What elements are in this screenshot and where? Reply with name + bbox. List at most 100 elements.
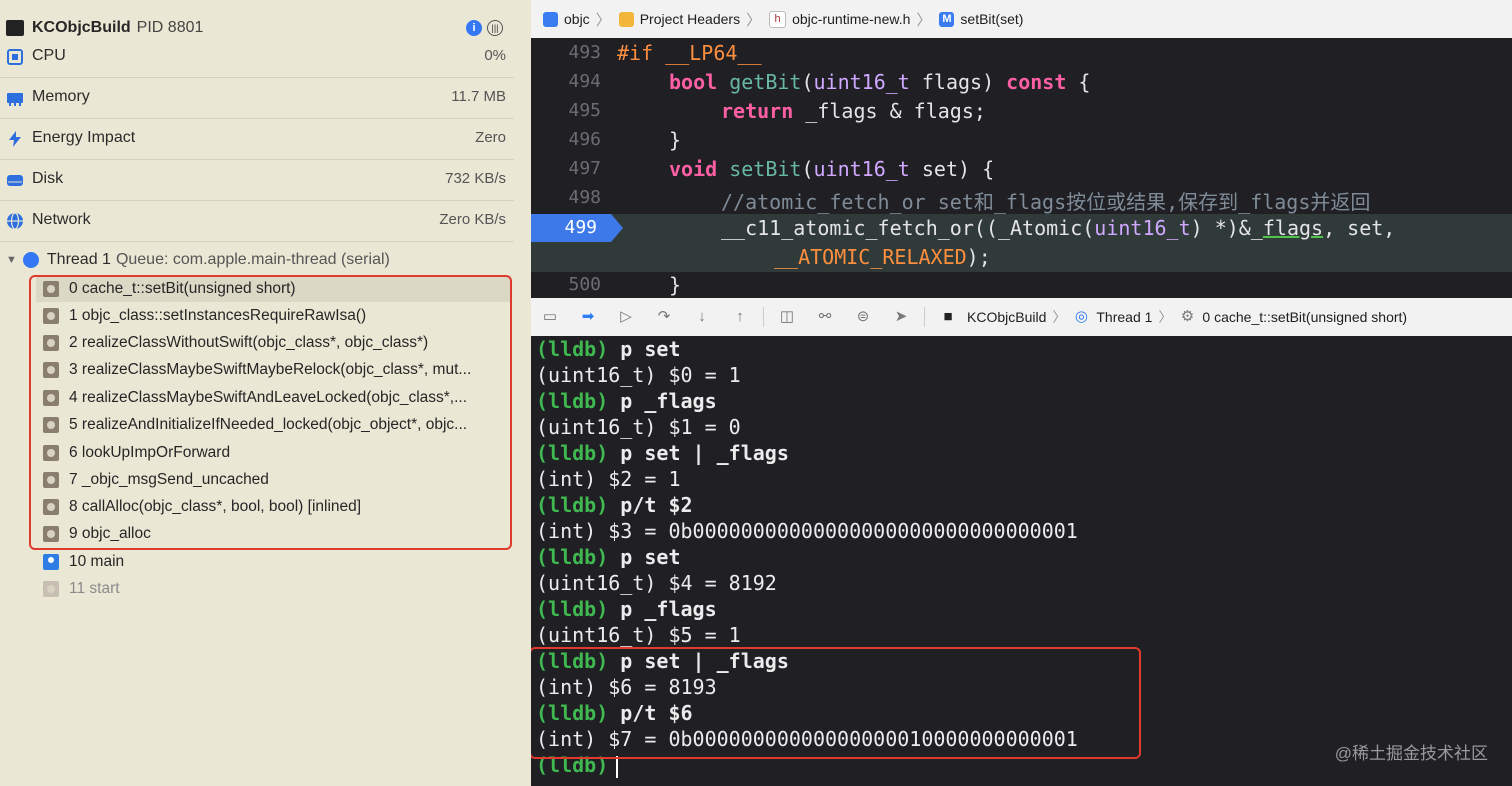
process-pid: PID 8801 [136, 19, 204, 36]
toolbar-divider [763, 307, 764, 327]
console-line: (lldb) p set [536, 545, 681, 569]
console-line: (uint16_t) $1 = 0 [536, 415, 741, 439]
thread-row[interactable]: ▼ Thread 1 Queue: com.apple.main-thread … [6, 249, 390, 271]
gauge-network[interactable]: Network Zero KB/s [0, 201, 514, 242]
gauge-value: 0% [484, 47, 506, 64]
environment-overrides-icon[interactable]: ⊜ [854, 309, 872, 325]
code-comment: //atomic_fetch_or set和_flags按位或结果,保存到_fl… [721, 190, 1371, 214]
view-hierarchy-icon[interactable]: ◫ [778, 309, 796, 325]
gauge-energy[interactable]: Energy Impact Zero [0, 119, 514, 160]
code-line: void setBit(uint16_t set) { [669, 157, 995, 181]
breakpoints-toggle-icon[interactable]: ➡ [579, 309, 597, 325]
toolbar-divider [924, 307, 925, 327]
console-line: (lldb) p set | _flags [536, 441, 789, 465]
gauge-value: 732 KB/s [445, 170, 506, 187]
frame-gear-icon: ⚙ [1180, 308, 1195, 325]
code-line: bool getBit(uint16_t flags) const { [669, 70, 1091, 94]
frame-label: 7 _objc_msgSend_uncached [69, 470, 269, 488]
thread-name: Thread 1 [46, 251, 111, 268]
watermark: @稀土掘金技术社区 [1334, 744, 1488, 763]
breakpoint-marker[interactable]: 499 [531, 214, 623, 242]
console-line: (int) $2 = 1 [536, 467, 681, 491]
gauge-label: CPU [32, 47, 66, 64]
step-over-icon[interactable]: ↷ [655, 309, 673, 325]
debug-thread[interactable]: Thread 1 [1096, 309, 1152, 325]
text-cursor [616, 755, 619, 778]
step-out-icon[interactable]: ↑ [731, 309, 749, 325]
code-line: return _flags & flags; [721, 99, 986, 123]
frame-label: 8 callAlloc(objc_class*, bool, bool) [in… [69, 497, 362, 515]
stack-frame[interactable]: 4 realizeClassMaybeSwiftAndLeaveLocked(o… [36, 384, 511, 411]
info-icon[interactable]: i [466, 20, 482, 36]
breadcrumb-item[interactable]: objc-runtime-new.h [792, 11, 910, 27]
console-line: (lldb) p _flags [536, 597, 717, 621]
thread-queue: Queue: com.apple.main-thread (serial) [115, 251, 390, 268]
stack-frame[interactable]: 11 start [36, 575, 511, 602]
frame-label: 0 cache_t::setBit(unsigned short) [69, 279, 296, 297]
chevron-down-icon[interactable]: ▼ [6, 254, 17, 266]
thread-options-icon[interactable]: ||| [487, 20, 503, 36]
hide-console-icon[interactable]: ▭ [541, 309, 559, 325]
folder-icon [618, 11, 634, 27]
frame-gear-icon [43, 471, 59, 488]
stack-frame[interactable]: 5 realizeAndInitializeIfNeeded_locked(ob… [36, 411, 511, 438]
stack-frame[interactable]: 0 cache_t::setBit(unsigned short) [36, 275, 511, 302]
console-prompt-line[interactable]: (lldb) [536, 752, 619, 778]
code-line: __c11_atomic_fetch_or((_Atomic(uint16_t)… [721, 216, 1396, 240]
code-line: __ATOMIC_RELAXED); [774, 245, 991, 269]
console-line: (uint16_t) $5 = 1 [536, 623, 741, 647]
breadcrumb-item[interactable]: Project Headers [640, 11, 740, 27]
gauge-label: Memory [32, 88, 90, 105]
console-line: (uint16_t) $4 = 8192 [536, 571, 777, 595]
continue-icon[interactable]: ▷ [617, 309, 635, 325]
code-line: } [669, 128, 682, 152]
frame-label: 11 start [69, 579, 120, 597]
energy-icon [9, 131, 21, 147]
code-line: } [669, 273, 682, 297]
frame-gear-icon [43, 416, 59, 433]
lldb-console[interactable]: (lldb) p set (uint16_t) $0 = 1 (lldb) p … [531, 336, 1512, 786]
memory-graph-icon[interactable]: ⚯ [816, 309, 834, 325]
breadcrumb-item[interactable]: objc [564, 11, 590, 27]
breadcrumb-item[interactable]: setBit(set) [960, 11, 1023, 27]
source-editor[interactable]: 493 494 495 496 497 498 499 500 #if __LP… [531, 38, 1512, 298]
simulate-location-icon[interactable]: ➤ [892, 309, 910, 325]
network-icon [7, 212, 23, 230]
frame-gear-icon [43, 525, 59, 542]
gauge-disk[interactable]: Disk 732 KB/s [0, 160, 514, 201]
stack-frame[interactable]: 3 realizeClassMaybeSwiftMaybeRelock(objc… [36, 356, 511, 383]
disk-icon [7, 175, 23, 186]
debug-frame[interactable]: 0 cache_t::setBit(unsigned short) [1202, 309, 1407, 325]
gauge-cpu[interactable]: CPU 0% [0, 37, 514, 78]
stack-frame[interactable]: 7 _objc_msgSend_uncached [36, 466, 511, 493]
line-number: 496 [568, 129, 601, 150]
thread-icon [22, 252, 39, 268]
header-file-icon: h [769, 10, 787, 28]
debug-target[interactable]: KCObjcBuild [967, 309, 1046, 325]
project-icon [543, 11, 558, 27]
stack-frame[interactable]: 9 objc_alloc [36, 520, 511, 547]
stack-frame[interactable]: 2 realizeClassWithoutSwift(objc_class*, … [36, 329, 511, 356]
stack-frame[interactable]: 6 lookUpImpOrForward [36, 439, 511, 466]
line-number: 500 [568, 274, 601, 295]
frame-gear-icon [43, 498, 59, 515]
chevron-right-icon: 〉 [1158, 309, 1173, 325]
frame-label: 2 realizeClassWithoutSwift(objc_class*, … [69, 333, 429, 351]
console-line: (lldb) p set [536, 337, 681, 361]
jump-bar: objc 〉 Project Headers 〉 h objc-runtime-… [531, 0, 1512, 39]
stack-frame[interactable]: 10 main [36, 548, 511, 575]
line-number: 493 [568, 42, 601, 63]
frame-gear-icon [43, 580, 59, 597]
stack-frame[interactable]: 8 callAlloc(objc_class*, bool, bool) [in… [36, 493, 511, 520]
chevron-right-icon: 〉 [916, 11, 932, 29]
gauge-value: Zero KB/s [439, 211, 506, 228]
frame-label: 10 main [69, 552, 125, 570]
user-code-icon [43, 553, 59, 570]
terminal-icon [6, 20, 24, 36]
code-line: #if __LP64__ [617, 41, 762, 65]
stack-frame[interactable]: 1 objc_class::setInstancesRequireRawIsa(… [36, 302, 511, 329]
gauge-memory[interactable]: Memory 11.7 MB [0, 78, 514, 119]
frame-label: 6 lookUpImpOrForward [69, 443, 231, 461]
frame-gear-icon [43, 280, 59, 297]
step-into-icon[interactable]: ↓ [693, 309, 711, 325]
